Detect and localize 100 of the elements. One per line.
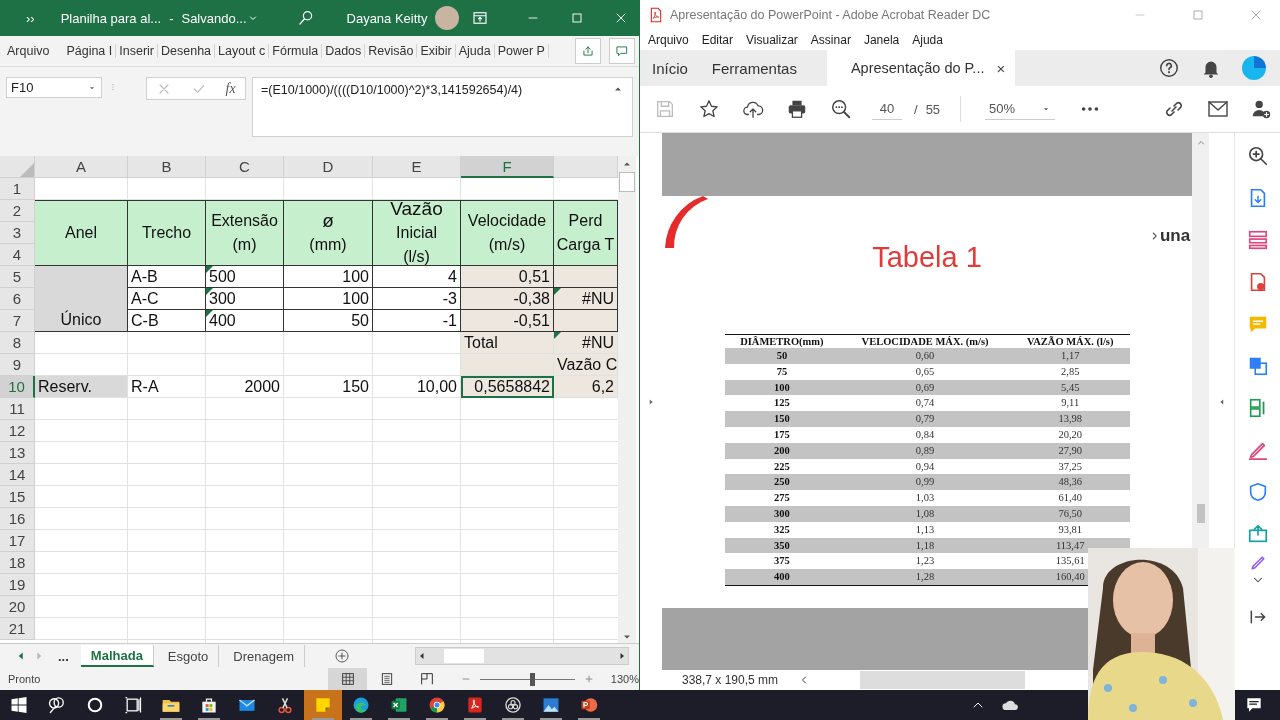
ribbon-tab[interactable]: Página I: [63, 44, 117, 58]
table-cell: 27,90: [1010, 442, 1130, 459]
add-user-icon[interactable]: [1250, 98, 1272, 120]
zoom-dropdown[interactable]: 50%: [985, 98, 1056, 120]
comments-button[interactable]: [609, 38, 635, 64]
column-header[interactable]: E: [373, 156, 461, 178]
maximize-icon[interactable]: [569, 10, 585, 26]
column-header[interactable]: F: [461, 156, 554, 178]
menu-item[interactable]: Arquivo: [648, 33, 689, 47]
sheet-tab[interactable]: Esgoto: [157, 645, 220, 667]
page-number-field[interactable]: 40: [872, 98, 902, 120]
name-box[interactable]: F10: [6, 77, 102, 98]
row-number[interactable]: 1: [0, 178, 35, 200]
row-number[interactable]: 19: [0, 574, 35, 596]
horizontal-scrollbar[interactable]: [415, 647, 629, 665]
table-cell: 150: [724, 411, 840, 427]
row-number[interactable]: 13: [0, 442, 35, 464]
table-cell: 0,89: [839, 442, 1011, 459]
table-cell: 50: [724, 348, 840, 364]
row-number[interactable]: 10: [0, 376, 35, 398]
table-cell: 400: [724, 569, 840, 586]
user-name[interactable]: Dayana Keitty: [346, 10, 428, 26]
formula-field[interactable]: =(E10/1000)/((((D10/1000)^2)*3,141592654)/4): [252, 77, 633, 137]
more-sheets[interactable]: ...: [58, 648, 69, 664]
column-header[interactable]: A: [35, 156, 128, 178]
avatar[interactable]: [435, 6, 460, 30]
presentation-icon: [579, 695, 599, 715]
zoom-icon[interactable]: [1246, 145, 1269, 167]
ribbon-tab[interactable]: Revisão: [365, 44, 418, 58]
ribbon-tab[interactable]: Dados: [322, 44, 366, 58]
tab[interactable]: Ferramentas: [699, 50, 809, 86]
row-number[interactable]: 9: [0, 354, 35, 376]
help-icon[interactable]: [1158, 57, 1180, 79]
column-header[interactable]: B: [128, 156, 206, 178]
overflow-chevron[interactable]: ››: [26, 10, 35, 26]
ribbon-tab[interactable]: Fórmula: [269, 44, 323, 58]
table-cell: 93,81: [1010, 521, 1130, 538]
menu-item[interactable]: Visualizar: [746, 33, 798, 47]
row-number[interactable]: 17: [0, 530, 35, 552]
row-number[interactable]: 15: [0, 486, 35, 508]
row-number[interactable]: 3: [0, 222, 35, 244]
menu-item[interactable]: Editar: [701, 33, 734, 47]
table-cell: 375: [724, 553, 840, 570]
sheet-tab[interactable]: Drenagem: [223, 645, 306, 667]
tab[interactable]: Início: [640, 50, 700, 86]
row-number[interactable]: 11: [0, 398, 35, 420]
scrollbar-thumb[interactable]: [619, 172, 635, 192]
vertical-scrollbar[interactable]: [618, 156, 636, 643]
menu-item[interactable]: Assinar: [810, 33, 851, 47]
column-header[interactable]: D: [284, 156, 373, 178]
pdf-icon: [465, 695, 485, 715]
add-sheet-icon[interactable]: [333, 647, 352, 665]
ribbon-tab[interactable]: Exibir: [417, 44, 456, 58]
row-number[interactable]: 18: [0, 552, 35, 574]
row-number[interactable]: 4: [0, 244, 35, 266]
row-number[interactable]: 2: [0, 200, 35, 222]
table-cell: 37,25: [1010, 458, 1130, 475]
ribbon-tab[interactable]: Inserir: [116, 44, 158, 58]
close-tab-button[interactable]: ×: [996, 59, 1006, 77]
ribbon-display-icon[interactable]: [471, 9, 490, 27]
row-number[interactable]: 20: [0, 596, 35, 618]
table-cell: 0,60: [839, 348, 1011, 364]
menu-item[interactable]: Janela: [863, 33, 900, 47]
table-cell: 325: [724, 521, 840, 538]
ribbon-tab[interactable]: Layout c: [215, 44, 270, 58]
star-icon[interactable]: [698, 98, 720, 120]
view-button[interactable]: [327, 668, 368, 690]
table-cell: 0,84: [839, 427, 1011, 443]
ribbon-tab[interactable]: Ajuda: [455, 44, 495, 58]
slider-thumb[interactable]: [530, 672, 536, 686]
column-header[interactable]: C: [206, 156, 284, 178]
ribbon-tab[interactable]: Power P: [494, 44, 549, 58]
horizontal-scrollbar[interactable]: [860, 671, 1025, 689]
row-number[interactable]: 7: [0, 310, 35, 332]
table-cell: 400: [206, 310, 284, 332]
tab[interactable]: Apresentação do P... ×: [826, 50, 1016, 86]
zoom-level[interactable]: 130%: [610, 673, 639, 685]
scrollbar-thumb[interactable]: [444, 649, 485, 663]
printer-icon[interactable]: [786, 98, 808, 120]
table-cell: Vazão C: [554, 354, 618, 376]
scrollbar-thumb[interactable]: [1196, 504, 1205, 523]
search-icon[interactable]: [830, 98, 852, 120]
round-logo-icon: [427, 695, 447, 715]
layout-icon[interactable]: [1246, 229, 1269, 251]
row-number[interactable]: 6: [0, 288, 35, 310]
header-cell: Extensão (m): [206, 200, 284, 266]
ribbon-tab[interactable]: Desenha: [158, 44, 216, 58]
menu-item[interactable]: Ajuda: [912, 33, 943, 47]
row-number[interactable]: 5: [0, 266, 35, 288]
insert-function-button[interactable]: fx: [225, 80, 236, 97]
row-number[interactable]: 8: [0, 332, 35, 354]
row-number[interactable]: 14: [0, 464, 35, 486]
row-number[interactable]: 21: [0, 618, 35, 640]
row-number[interactable]: 16: [0, 508, 35, 530]
share-icon[interactable]: [1246, 523, 1269, 545]
avatar[interactable]: [1242, 56, 1266, 80]
row-number[interactable]: 12: [0, 420, 35, 442]
table-cell: -0,51: [461, 310, 554, 332]
sheet-tab[interactable]: Malhada: [80, 645, 154, 667]
ribbon-tab[interactable]: Arquivo: [4, 44, 64, 58]
